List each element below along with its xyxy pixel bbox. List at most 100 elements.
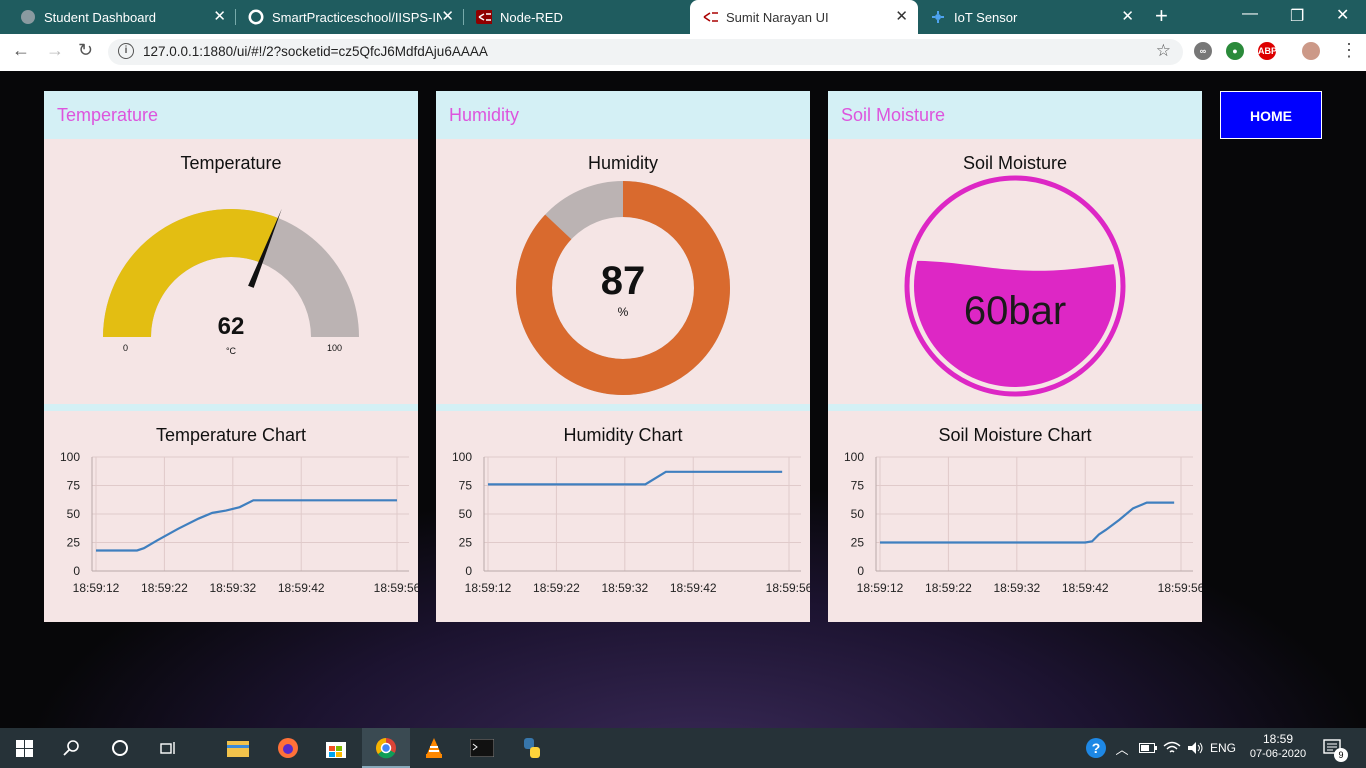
url-bar[interactable]: i 127.0.0.1:1880/ui/#!/2?socketid=cz5Qfc… [108, 39, 1183, 65]
close-tab-icon[interactable]: ✕ [1121, 9, 1134, 25]
chart-title: Soil Moisture Chart [938, 425, 1092, 445]
address-toolbar: ← → ↻ i 127.0.0.1:1880/ui/#!/2?socketid=… [0, 34, 1366, 72]
y-tick-label: 75 [851, 479, 865, 493]
tab-label: Sumit Narayan UI [726, 9, 829, 25]
dashboard-page: Temperature Temperature 62 °C 0 100 Temp… [0, 71, 1366, 728]
language-indicator[interactable]: ENG [1210, 741, 1236, 755]
x-tick-label: 18:59:32 [601, 581, 648, 595]
temperature-group: Temperature Temperature 62 °C 0 100 Temp… [44, 91, 418, 622]
tab-label: Node-RED [500, 9, 563, 25]
y-tick-label: 75 [67, 479, 81, 493]
y-tick-label: 25 [459, 536, 473, 550]
y-tick-label: 50 [67, 507, 81, 521]
gauge-value: 60bar [963, 289, 1067, 333]
humidity-group: Humidity Humidity 87 % Humidity Chart 10… [436, 91, 810, 622]
battery-icon[interactable] [1136, 736, 1160, 760]
iot-icon [930, 9, 946, 25]
firefox-icon[interactable] [276, 736, 300, 760]
node-red-icon [702, 9, 718, 25]
terminal-icon[interactable] [470, 736, 494, 760]
vlc-icon[interactable] [422, 736, 446, 760]
github-icon [248, 9, 264, 25]
y-tick-label: 100 [452, 450, 472, 464]
tab-label: IoT Sensor [954, 9, 1018, 25]
store-icon[interactable] [324, 736, 348, 760]
y-tick-label: 0 [73, 564, 80, 578]
gauge-min-label: 0 [123, 343, 129, 353]
minimize-icon[interactable]: — [1242, 5, 1258, 23]
chevron-up-icon[interactable]: ︿ [1110, 736, 1134, 760]
menu-icon[interactable]: ⋮ [1340, 40, 1358, 61]
extension-icon[interactable]: ∞ [1194, 42, 1212, 60]
close-tab-icon[interactable]: ✕ [895, 9, 908, 25]
y-tick-label: 50 [459, 507, 473, 521]
clock-date[interactable]: 07-06-2020 [1246, 748, 1310, 760]
task-view-icon[interactable] [156, 736, 180, 760]
home-button[interactable]: HOME [1220, 91, 1322, 139]
tab-iot-sensor[interactable]: IoT Sensor ✕ [918, 0, 1144, 34]
group-title: Temperature [57, 105, 159, 125]
y-tick-label: 100 [60, 450, 80, 464]
gauge-value: 87 [600, 259, 646, 303]
group-title: Humidity [449, 105, 520, 125]
y-tick-label: 25 [851, 536, 865, 550]
x-tick-label: 18:59:42 [670, 581, 717, 595]
x-tick-label: 18:59:56 [374, 581, 418, 595]
gauge-title: Soil Moisture [962, 153, 1068, 173]
close-window-icon[interactable]: ✕ [1336, 5, 1349, 25]
soil-moisture-group: Soil Moisture Soil Moisture 60bar Soil M… [828, 91, 1202, 622]
group-header: Humidity [436, 91, 810, 139]
wifi-icon[interactable] [1160, 736, 1184, 760]
x-tick-label: 18:59:56 [766, 581, 810, 595]
chart-title: Temperature Chart [155, 425, 307, 445]
globe-icon [20, 9, 36, 25]
tab-student-dashboard[interactable]: Student Dashboard ✕ [8, 0, 236, 34]
adblock-icon[interactable]: ABP [1258, 42, 1277, 60]
extension-globe-icon[interactable]: ● [1226, 42, 1244, 60]
gauge-unit: °C [225, 346, 237, 356]
series-line [880, 501, 1175, 544]
bookmark-star-icon[interactable]: ☆ [1156, 41, 1171, 61]
x-tick-label: 18:59:12 [857, 581, 904, 595]
gauge-max-label: 100 [327, 343, 343, 353]
site-info-icon[interactable]: i [118, 43, 134, 59]
help-icon[interactable]: ? [1084, 736, 1108, 760]
volume-icon[interactable] [1184, 736, 1208, 760]
forward-icon[interactable]: → [46, 40, 64, 61]
gauge-unit: % [617, 305, 629, 319]
gauge-value: 62 [217, 313, 245, 340]
x-tick-label: 18:59:42 [278, 581, 325, 595]
back-icon[interactable]: ← [12, 40, 30, 61]
group-header: Soil Moisture [828, 91, 1202, 139]
group-title: Soil Moisture [841, 105, 946, 125]
node-red-icon [476, 9, 492, 25]
tab-node-red[interactable]: Node-RED [464, 0, 690, 34]
svg-text:?: ? [1092, 740, 1101, 756]
chrome-icon[interactable] [374, 736, 398, 760]
avatar[interactable] [1302, 42, 1320, 60]
y-tick-label: 100 [844, 450, 864, 464]
tab-github[interactable]: SmartPracticeschool/IISPS-INT ✕ [236, 0, 464, 34]
gauge-title: Humidity [587, 153, 658, 173]
gauge-title: Temperature [180, 153, 282, 173]
new-tab-button[interactable]: + [1155, 5, 1168, 27]
clock-time[interactable]: 18:59 [1252, 732, 1304, 746]
python-icon[interactable] [520, 736, 544, 760]
restore-icon[interactable]: ❐ [1290, 6, 1304, 26]
search-icon[interactable] [60, 736, 84, 760]
windows-start-icon[interactable] [12, 736, 36, 760]
x-tick-label: 18:59:56 [1158, 581, 1202, 595]
file-explorer-icon[interactable] [226, 736, 250, 760]
close-tab-icon[interactable]: ✕ [441, 9, 454, 25]
chart-title: Humidity Chart [563, 425, 683, 445]
series-line [488, 470, 783, 486]
x-tick-label: 18:59:42 [1062, 581, 1109, 595]
y-tick-label: 25 [67, 536, 81, 550]
cortana-icon[interactable] [108, 736, 132, 760]
tab-sumit-narayan-ui[interactable]: Sumit Narayan UI ✕ [690, 0, 918, 34]
soil-moisture-chart: 100 75 50 25 0 18:59:12 18:59:22 18:59:32 18:59:… [844, 450, 1202, 595]
x-tick-label: 18:59:32 [993, 581, 1040, 595]
reload-icon[interactable]: ↻ [78, 40, 93, 61]
close-tab-icon[interactable]: ✕ [213, 9, 226, 25]
x-tick-label: 18:59:22 [533, 581, 580, 595]
